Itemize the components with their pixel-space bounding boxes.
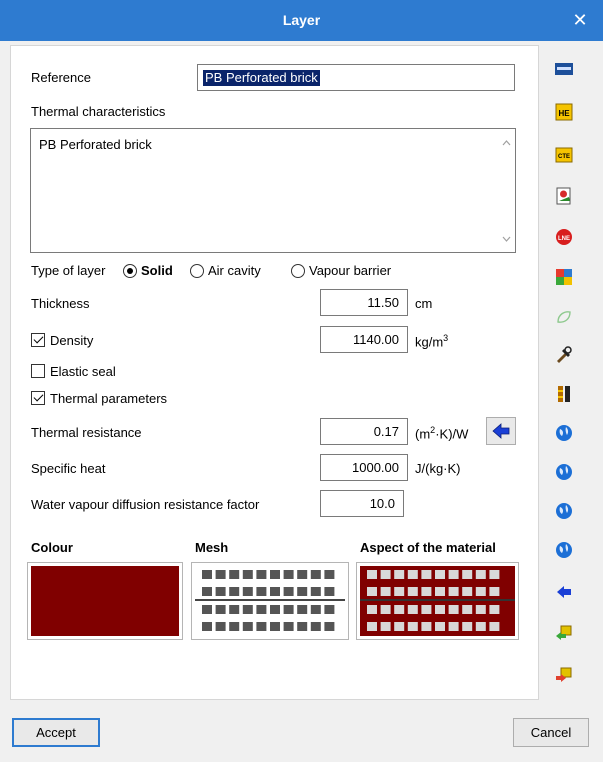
- thermal-resistance-input[interactable]: 0.17: [320, 418, 408, 445]
- export-icon[interactable]: [555, 666, 573, 684]
- radio-air-cavity[interactable]: [190, 264, 204, 278]
- density-label: Density: [50, 333, 94, 348]
- mesh-button[interactable]: [191, 562, 349, 640]
- thermal-characteristics-value: PB Perforated brick: [39, 137, 152, 152]
- textarea-scrollbar[interactable]: [498, 129, 515, 252]
- import-icon[interactable]: [555, 624, 573, 642]
- material-database-icon[interactable]: [555, 60, 573, 78]
- scrollbar-arrows-icon: [502, 140, 511, 242]
- specific-heat-input[interactable]: 1000.00: [320, 454, 408, 481]
- globe-icon[interactable]: [555, 502, 573, 520]
- globe-icon[interactable]: [555, 463, 573, 481]
- brick-aspect-pattern: [360, 566, 515, 636]
- calculate-resistance-button[interactable]: [486, 417, 516, 445]
- brick-mesh-pattern: [195, 566, 345, 636]
- thermal-resistance-unit: (m2·K)/W: [415, 425, 469, 442]
- density-checkbox[interactable]: [31, 333, 45, 347]
- layers-icon[interactable]: [555, 385, 573, 403]
- density-unit: kg/m3: [415, 333, 449, 350]
- thermal-parameters-checkbox[interactable]: [31, 391, 45, 405]
- density-input[interactable]: 1140.00: [320, 326, 408, 353]
- leaf-icon[interactable]: [555, 308, 573, 326]
- radio-solid[interactable]: [123, 264, 137, 278]
- tools-sidebar: [544, 45, 586, 700]
- vapour-factor-label: Water vapour diffusion resistance factor: [31, 497, 260, 512]
- elastic-seal-checkbox[interactable]: [31, 364, 45, 378]
- window-title: Layer: [282, 12, 321, 28]
- svg-text:CTE: CTE: [558, 154, 570, 160]
- close-icon[interactable]: ✕: [557, 0, 603, 41]
- mesh-heading: Mesh: [195, 540, 229, 555]
- svg-text:LNE: LNE: [558, 236, 570, 242]
- tools-icon[interactable]: [555, 346, 573, 364]
- globe-icon[interactable]: [555, 424, 573, 442]
- radio-vapour-barrier[interactable]: [291, 264, 305, 278]
- aspect-button[interactable]: [356, 562, 519, 640]
- catalogue-icon[interactable]: [555, 187, 573, 205]
- specific-heat-label: Specific heat: [31, 461, 106, 476]
- thickness-unit: cm: [415, 296, 433, 311]
- colour-map-icon[interactable]: [555, 268, 573, 286]
- arrow-left-icon: [492, 423, 510, 439]
- reference-label: Reference: [31, 70, 91, 85]
- cte-he-icon[interactable]: HE: [555, 103, 573, 121]
- radio-solid-label: Solid: [141, 263, 173, 278]
- specific-heat-unit: J/(kg·K): [415, 461, 461, 476]
- title-bar: Layer ✕: [0, 0, 603, 41]
- thickness-input[interactable]: 11.50: [320, 289, 408, 316]
- colour-swatch: [31, 566, 179, 636]
- aspect-heading: Aspect of the material: [360, 540, 496, 555]
- thermal-characteristics-label: Thermal characteristics: [31, 104, 166, 119]
- radio-air-cavity-label: Air cavity: [208, 263, 261, 278]
- cte-icon[interactable]: CTE: [555, 146, 573, 164]
- thermal-resistance-label: Thermal resistance: [31, 425, 142, 440]
- radio-vapour-barrier-label: Vapour barrier: [309, 263, 392, 278]
- svg-text:HE: HE: [558, 109, 570, 118]
- globe-icon[interactable]: [555, 541, 573, 559]
- thickness-label: Thickness: [31, 296, 90, 311]
- accept-button[interactable]: Accept: [12, 718, 100, 747]
- cancel-button[interactable]: Cancel: [513, 718, 589, 747]
- lned-icon[interactable]: LNE: [555, 228, 573, 246]
- reference-value: PB Perforated brick: [203, 70, 320, 86]
- thermal-characteristics-textarea[interactable]: PB Perforated brick: [30, 128, 516, 253]
- type-of-layer-label: Type of layer: [31, 263, 106, 278]
- thermal-parameters-label: Thermal parameters: [50, 391, 168, 406]
- colour-heading: Colour: [31, 540, 73, 555]
- colour-swatch-button[interactable]: [27, 562, 183, 640]
- vapour-factor-input[interactable]: 10.0: [320, 490, 404, 517]
- reference-input[interactable]: PB Perforated brick: [197, 64, 515, 91]
- arrow-left-icon[interactable]: [555, 583, 573, 601]
- elastic-seal-label: Elastic seal: [50, 364, 116, 379]
